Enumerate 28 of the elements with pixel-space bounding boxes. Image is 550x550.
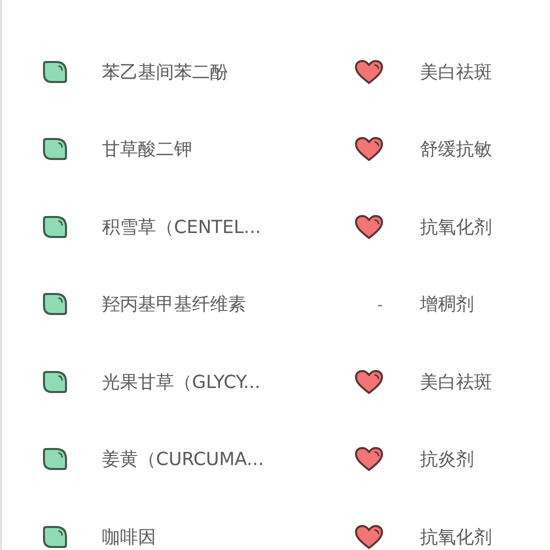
ingredient-name: 姜黄（CURCUMA...	[102, 448, 265, 472]
ingredient-name: 积雪草（CENTEL...	[102, 216, 262, 239]
leaf-icon	[42, 370, 68, 394]
ingredient-name: 咖啡因	[102, 526, 157, 549]
ingredient-name: 苯乙基间苯二酚	[102, 60, 229, 84]
heart-icon	[354, 214, 384, 240]
heart-icon	[354, 58, 384, 85]
rating-text: -	[377, 294, 383, 314]
leaf-icon	[42, 292, 68, 316]
heart-icon	[354, 368, 384, 395]
leaf-icon	[42, 447, 68, 472]
leaf-icon	[42, 214, 68, 239]
ingredient-purpose: 抗氧化剂	[420, 526, 493, 549]
ingredient-purpose: 抗氧化剂	[420, 216, 493, 239]
ingredient-name: 羟丙基甲基纤维素	[102, 293, 247, 316]
ingredient-name: 光果甘草（GLYCY...	[102, 370, 262, 394]
leaf-icon	[42, 137, 68, 162]
leaf-icon	[42, 524, 68, 549]
ingredient-purpose: 抗炎剂	[420, 448, 475, 472]
ingredient-purpose: 美白祛斑	[420, 60, 493, 84]
leaf-icon	[42, 60, 68, 84]
ingredient-name: 甘草酸二钾	[102, 138, 193, 162]
ingredient-purpose: 增稠剂	[420, 293, 475, 316]
heart-icon	[354, 524, 384, 550]
heart-icon	[354, 136, 384, 162]
heart-icon	[354, 446, 384, 472]
ingredient-purpose: 舒缓抗敏	[420, 138, 493, 162]
ingredient-purpose: 美白祛斑	[420, 370, 493, 394]
